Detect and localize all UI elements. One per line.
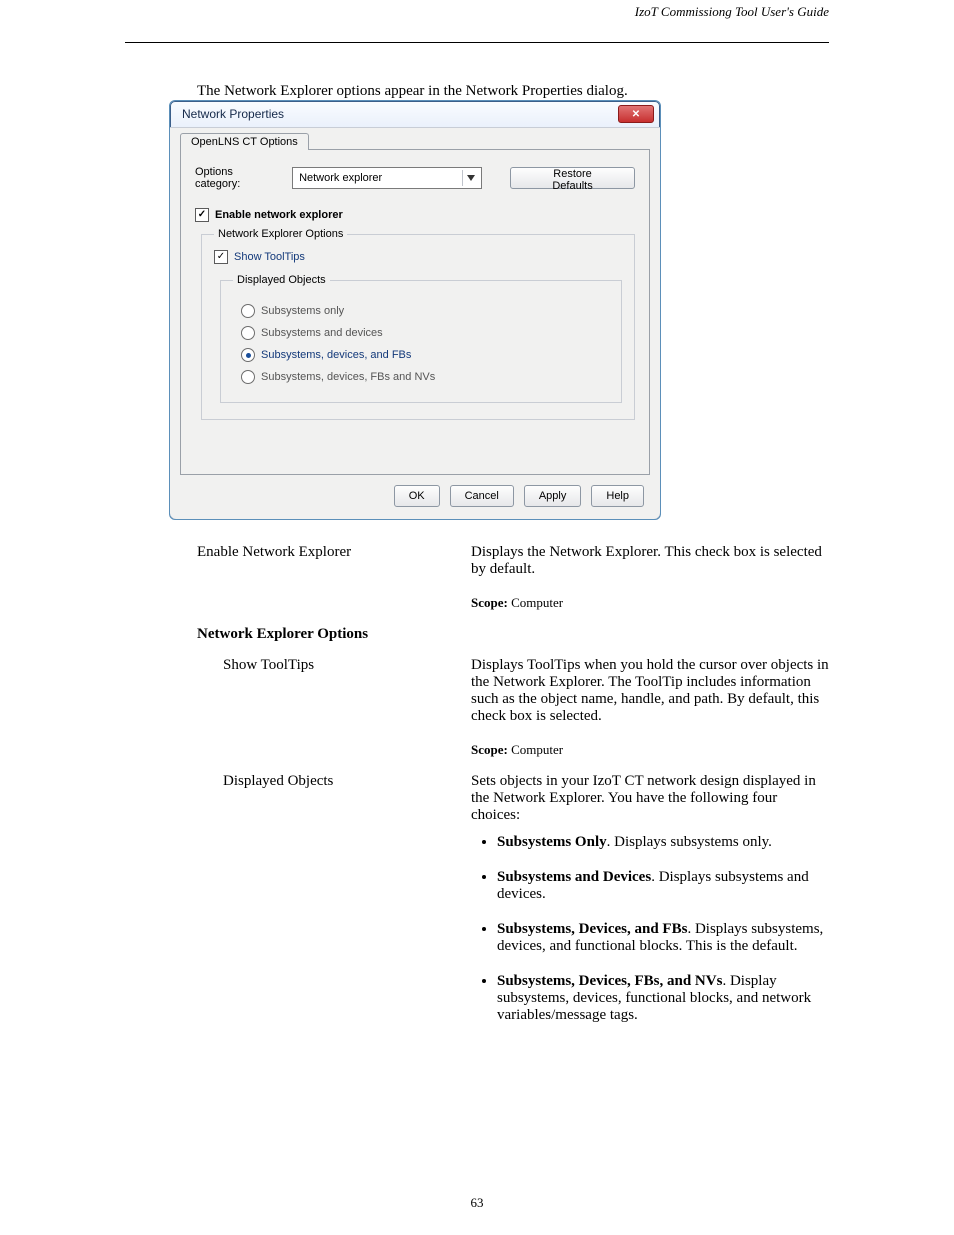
options-category-dropdown[interactable]: Network explorer (292, 167, 482, 189)
opt-text-enable-ne: Displays the Network Explorer. This chec… (471, 544, 822, 577)
scope-value: Computer (511, 595, 563, 610)
show-tooltips-checkbox[interactable]: Show ToolTips (214, 250, 622, 264)
page-number: 63 (0, 1195, 954, 1211)
help-button[interactable]: Help (591, 485, 644, 507)
checkbox-icon (214, 250, 228, 264)
displayed-objects-legend: Displayed Objects (233, 274, 330, 286)
list-item: Subsystems Only. Displays subsystems onl… (497, 834, 829, 851)
radio-icon (241, 370, 255, 384)
options-category-value: Network explorer (299, 172, 382, 184)
enable-network-explorer-checkbox[interactable]: Enable network explorer (195, 208, 635, 222)
tab-pane: Options category: Network explorer Resto… (180, 149, 650, 475)
list-item: Subsystems, Devices, and FBs. Displays s… (497, 921, 829, 955)
close-button[interactable]: ✕ (618, 105, 654, 123)
radio-icon (241, 326, 255, 340)
header-rule (125, 42, 829, 43)
radio-subsystems-only[interactable]: Subsystems only (241, 304, 609, 318)
checkbox-icon (195, 208, 209, 222)
dialog-title: Network Properties (182, 107, 618, 121)
table-row: Show ToolTips Displays ToolTips when you… (197, 653, 837, 769)
opt-label-show-tooltips: Show ToolTips (197, 653, 471, 769)
group-legend: Network Explorer Options (214, 228, 347, 240)
scope-value: Computer (511, 742, 563, 757)
opt-text-show-tooltips: Displays ToolTips when you hold the curs… (471, 657, 829, 724)
restore-defaults-button[interactable]: Restore Defaults (510, 167, 635, 189)
opt-label-enable-ne: Enable Network Explorer (197, 540, 471, 622)
show-tooltips-label: Show ToolTips (234, 251, 305, 263)
radio-icon (241, 348, 255, 362)
close-icon: ✕ (632, 109, 640, 120)
page-header: IzoT Commissiong Tool User's Guide (125, 4, 829, 20)
dialog-footer: OK Cancel Apply Help (180, 475, 650, 509)
tab-openlns-ct-options[interactable]: OpenLNS CT Options (180, 133, 309, 150)
scope-label: Scope: (471, 595, 508, 610)
dialog-titlebar: Network Properties ✕ (170, 101, 660, 127)
radio-subsystems-devices-fbs-nvs[interactable]: Subsystems, devices, FBs and NVs (241, 370, 609, 384)
radio-subsystems-and-devices[interactable]: Subsystems and devices (241, 326, 609, 340)
radio-icon (241, 304, 255, 318)
options-category-label: Options category: (195, 166, 278, 190)
ok-button[interactable]: OK (394, 485, 440, 507)
displayed-objects-bullets: Subsystems Only. Displays subsystems onl… (471, 834, 829, 1024)
group-network-explorer-options: Network Explorer Options Show ToolTips D… (201, 228, 635, 420)
network-properties-dialog: Network Properties ✕ OpenLNS CT Options … (169, 100, 661, 520)
chevron-down-icon (462, 170, 479, 186)
opt-label-displayed-objects: Displayed Objects (197, 769, 471, 1052)
intro-paragraph: The Network Explorer options appear in t… (197, 83, 829, 100)
list-item: Subsystems, Devices, FBs, and NVs. Displ… (497, 973, 829, 1024)
table-row: Displayed Objects Sets objects in your I… (197, 769, 837, 1052)
radio-subsystems-devices-fbs[interactable]: Subsystems, devices, and FBs (241, 348, 609, 362)
table-row: Enable Network Explorer Displays the Net… (197, 540, 837, 622)
options-description-table: Enable Network Explorer Displays the Net… (197, 540, 837, 1052)
scope-label: Scope: (471, 742, 508, 757)
apply-button[interactable]: Apply (524, 485, 582, 507)
cancel-button[interactable]: Cancel (450, 485, 514, 507)
table-row: Network Explorer Options (197, 622, 837, 653)
list-item: Subsystems and Devices. Displays subsyst… (497, 869, 829, 903)
enable-network-explorer-label: Enable network explorer (215, 209, 343, 221)
group-displayed-objects: Displayed Objects Subsystems only Subsys… (220, 274, 622, 403)
group-heading: Network Explorer Options (197, 626, 368, 642)
opt-text-displayed-objects: Sets objects in your IzoT CT network des… (471, 773, 816, 823)
